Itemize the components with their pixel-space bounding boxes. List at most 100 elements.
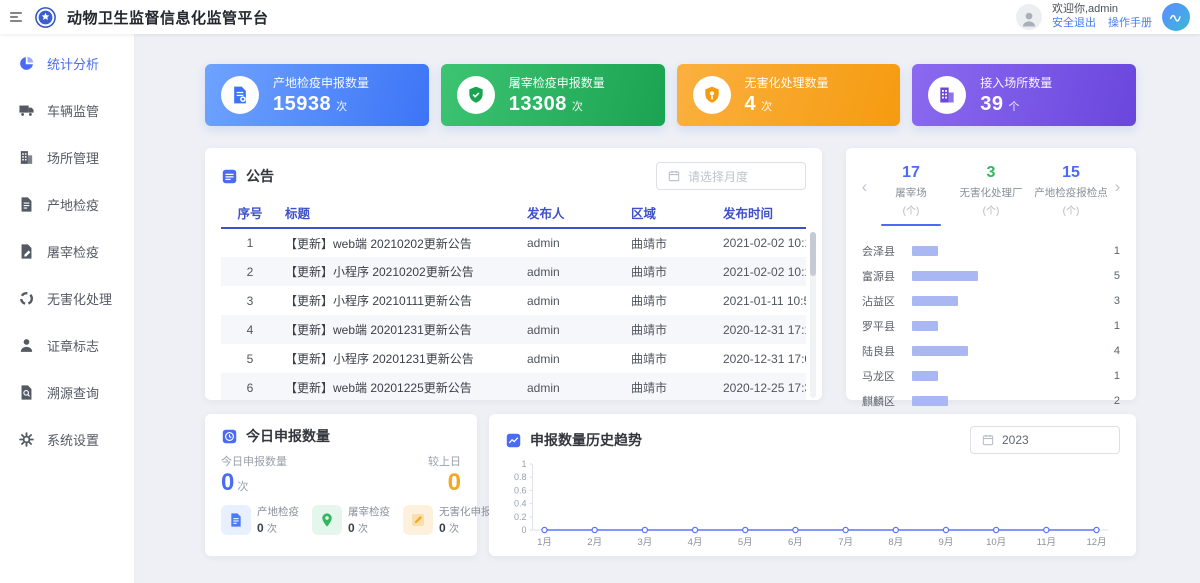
today-items: 产地检疫0 次屠宰检疫0 次无害化申报0 次 [221, 504, 461, 535]
svg-text:9月: 9月 [939, 537, 954, 548]
svg-text:1: 1 [521, 459, 526, 469]
bar [912, 396, 948, 406]
table-row[interactable]: 4【更新】web端 20201231更新公告admin曲靖市2020-12-31… [221, 315, 806, 344]
stat-card-3: 接入场所数量39个 [912, 64, 1136, 126]
sidebar-item-7[interactable]: 溯源查询 [0, 369, 134, 416]
line-chart-icon [505, 432, 522, 449]
svg-text:0.8: 0.8 [514, 472, 527, 482]
column-header: 发布时间 [717, 198, 806, 228]
trend-panel: 申报数量历史趋势 2023 00.20.40.60.811月2月3月4月5月6月… [489, 414, 1136, 556]
trend-title: 申报数量历史趋势 [530, 430, 642, 450]
buildings-icon [928, 76, 966, 114]
svg-text:4月: 4月 [688, 537, 703, 548]
main-content: 产地检疫申报数量15938次屠宰检疫申报数量13308次无害化处理数量4次接入场… [135, 34, 1200, 583]
pie-chart-icon [18, 55, 35, 72]
today-stats: 今日申报数量 0次 较上日 0 [221, 453, 461, 496]
bar-row: 沾益区3 [862, 288, 1120, 313]
svg-text:2月: 2月 [587, 537, 602, 548]
today-item-1: 屠宰检疫0 次 [312, 504, 390, 535]
bar [912, 246, 938, 256]
facility-stats-panel: ‹ 17屠宰场(个)3无害化处理厂(个)15产地检疫报检点(个) › 会泽县1富… [846, 148, 1136, 400]
announcements-table: 序号标题发布人区域发布时间 1【更新】web端 20210202更新公告admi… [221, 198, 806, 400]
card-unit: 次 [336, 98, 347, 114]
table-row[interactable]: 5【更新】小程序 20201231更新公告admin曲靖市2020-12-31 … [221, 344, 806, 373]
page-title: 动物卫生监督信息化监管平台 [67, 7, 269, 28]
today-count-label: 今日申报数量 [221, 453, 287, 469]
shield-icon [693, 76, 731, 114]
sidebar-item-0[interactable]: 统计分析 [0, 40, 134, 87]
column-header: 序号 [221, 198, 279, 228]
facility-tab-1[interactable]: 3无害化处理厂(个) [951, 164, 1031, 226]
sidebar-item-8[interactable]: 系统设置 [0, 416, 134, 463]
sidebar-item-4[interactable]: 屠宰检疫 [0, 228, 134, 275]
bar [912, 321, 938, 331]
stat-card-1: 屠宰检疫申报数量13308次 [441, 64, 665, 126]
announcements-table-wrap: 序号标题发布人区域发布时间 1【更新】web端 20210202更新公告admi… [205, 198, 822, 400]
sidebar: 统计分析车辆监管场所管理产地检疫屠宰检疫无害化处理证章标志溯源查询系统设置 [0, 34, 135, 583]
bar-row: 会泽县1 [862, 238, 1120, 263]
sidebar-item-6[interactable]: 证章标志 [0, 322, 134, 369]
user-info: 欢迎你,admin 安全退出 操作手册 [1052, 3, 1152, 31]
card-label: 无害化处理数量 [745, 74, 829, 91]
header-right: 欢迎你,admin 安全退出 操作手册 [1016, 3, 1190, 31]
svg-text:3月: 3月 [637, 537, 652, 548]
manual-link[interactable]: 操作手册 [1108, 17, 1152, 31]
card-value: 4 [745, 93, 757, 116]
announcements-panel: 公告 请选择月度 序号标题发布人区域发布时间 1【更新】web端 2021020… [205, 148, 822, 400]
svg-text:5月: 5月 [738, 537, 753, 548]
bar-row: 罗平县1 [862, 313, 1120, 338]
svg-text:8月: 8月 [888, 537, 903, 548]
bar-row: 富源县5 [862, 263, 1120, 288]
card-label: 屠宰检疫申报数量 [509, 74, 605, 91]
next-arrow-icon[interactable]: › [1111, 164, 1124, 195]
top-header: 动物卫生监督信息化监管平台 欢迎你,admin 安全退出 操作手册 [0, 0, 1200, 34]
announcements-body: 1【更新】web端 20210202更新公告admin曲靖市2021-02-02… [221, 228, 806, 400]
svg-text:10月: 10月 [986, 537, 1006, 548]
scrollbar-thumb[interactable] [810, 232, 816, 276]
menu-toggle-icon[interactable] [8, 9, 24, 25]
org-avatar-icon[interactable] [1162, 3, 1190, 31]
sidebar-item-1[interactable]: 车辆监管 [0, 87, 134, 134]
year-value: 2023 [1002, 433, 1029, 447]
bar-row: 陆良县4 [862, 338, 1120, 363]
table-row[interactable]: 6【更新】web端 20201225更新公告admin曲靖市2020-12-25… [221, 373, 806, 400]
table-row[interactable]: 1【更新】web端 20210202更新公告admin曲靖市2021-02-02… [221, 228, 806, 257]
svg-text:7月: 7月 [838, 537, 853, 548]
table-row[interactable]: 3【更新】小程序 20210111更新公告admin曲靖市2021-01-11 … [221, 286, 806, 315]
card-unit: 次 [761, 98, 772, 114]
calendar-icon [981, 433, 995, 447]
logout-link[interactable]: 安全退出 [1052, 17, 1096, 31]
prev-arrow-icon[interactable]: ‹ [858, 164, 871, 195]
today-item-2: 无害化申报0 次 [403, 504, 492, 535]
table-row[interactable]: 2【更新】小程序 20210202更新公告admin曲靖市2021-02-02 … [221, 257, 806, 286]
welcome-text: 欢迎你,admin [1052, 3, 1152, 17]
year-picker[interactable]: 2023 [970, 426, 1120, 454]
file-badge-icon [221, 76, 259, 114]
svg-text:11月: 11月 [1037, 537, 1056, 548]
bar [912, 346, 968, 356]
trend-chart: 00.20.40.60.811月2月3月4月5月6月7月8月9月10月11月12… [505, 456, 1120, 552]
sidebar-item-2[interactable]: 场所管理 [0, 134, 134, 181]
stat-cards: 产地检疫申报数量15938次屠宰检疫申报数量13308次无害化处理数量4次接入场… [205, 64, 1136, 126]
announcement-icon [221, 168, 238, 185]
facility-tab-2[interactable]: 15产地检疫报检点(个) [1031, 164, 1111, 226]
card-unit: 个 [1009, 98, 1020, 114]
truck-icon [18, 102, 35, 119]
stat-card-0: 产地检疫申报数量15938次 [205, 64, 429, 126]
bar [912, 271, 978, 281]
facility-tab-0[interactable]: 17屠宰场(个) [871, 164, 951, 226]
bar-row: 马龙区1 [862, 363, 1120, 388]
file-search-icon [18, 384, 35, 401]
bar [912, 296, 958, 306]
file-icon [221, 505, 251, 535]
sidebar-item-5[interactable]: 无害化处理 [0, 275, 134, 322]
svg-text:0: 0 [521, 525, 526, 535]
facility-bars: 会泽县1富源县5沾益区3罗平县1陆良县4马龙区1麒麟区2 [858, 238, 1124, 413]
column-header: 标题 [279, 198, 521, 228]
column-header: 发布人 [521, 198, 625, 228]
active-tab-underline [881, 224, 942, 226]
svg-text:12月: 12月 [1086, 537, 1106, 548]
month-picker[interactable]: 请选择月度 [656, 162, 806, 190]
table-scrollbar[interactable] [810, 232, 816, 398]
sidebar-item-3[interactable]: 产地检疫 [0, 181, 134, 228]
